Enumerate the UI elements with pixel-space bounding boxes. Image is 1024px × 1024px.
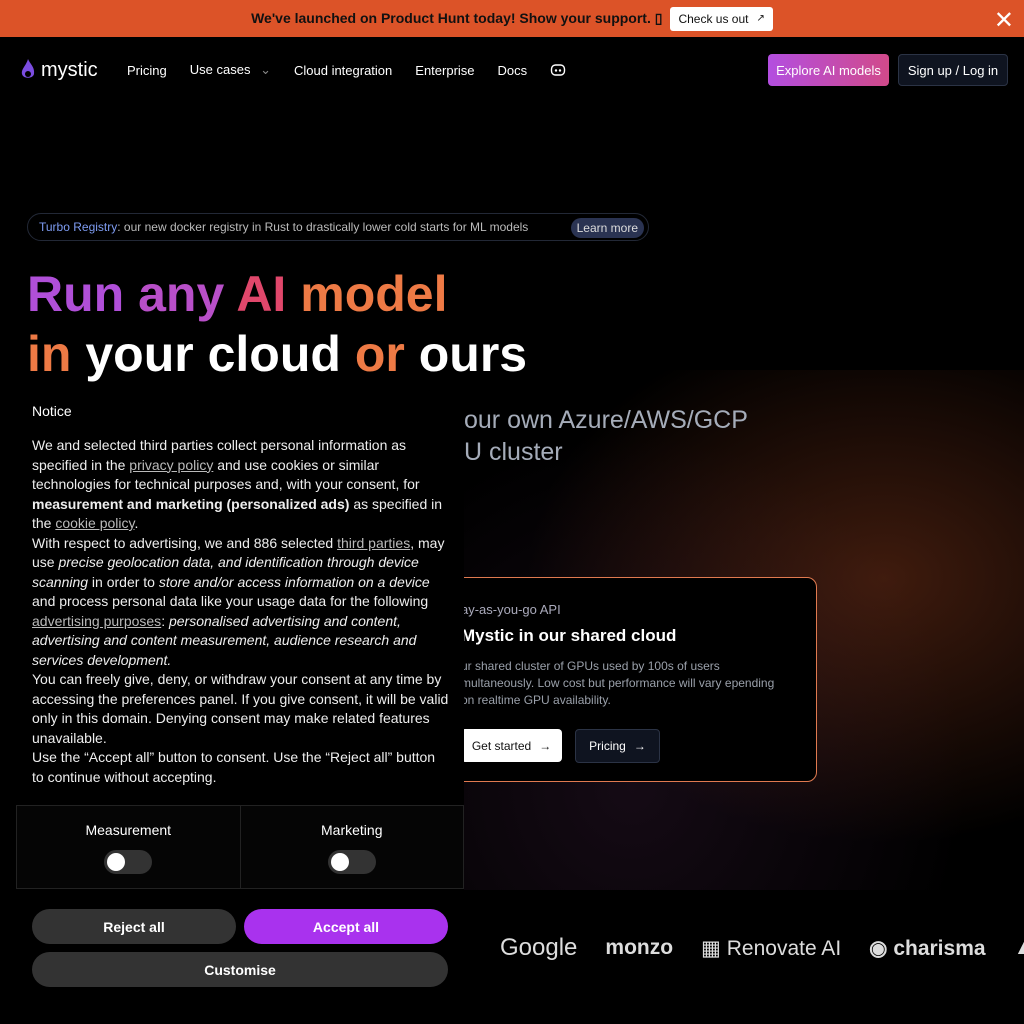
hero-word: Run — [27, 266, 125, 322]
third-parties-link[interactable]: third parties — [337, 535, 410, 551]
cta-label: Check us out — [678, 11, 749, 26]
external-link-icon: ↗ — [756, 13, 765, 24]
pref-label: Marketing — [321, 822, 383, 838]
hero-subtitle: our own Azure/AWS/GCP U cluster — [464, 404, 784, 468]
consent-preferences: Measurement Marketing — [16, 805, 464, 889]
subtitle-line: our own Azure/AWS/GCP — [464, 406, 748, 434]
nav-use-cases[interactable]: Use cases ⌄ — [190, 62, 271, 78]
chevron-down-icon: ⌄ — [260, 62, 271, 77]
measurement-toggle[interactable] — [104, 850, 153, 874]
learn-more-button[interactable]: Learn more — [570, 218, 644, 238]
text: Use the “Accept all” button to consent. … — [32, 749, 436, 785]
get-started-label: Get started — [471, 738, 532, 753]
nav-pricing[interactable]: Pricing — [127, 63, 167, 78]
hero-word: any — [138, 266, 225, 322]
card-description: ur shared cluster of GPUs used by 100s o… — [461, 659, 775, 707]
hero-word: AI — [236, 266, 287, 322]
text: You can freely give, deny, or withdraw y… — [32, 671, 449, 746]
reject-all-button[interactable]: Reject all — [32, 909, 236, 944]
renovate-label: Renovate AI — [726, 936, 842, 960]
text: With respect to advertising, we and 886 … — [32, 534, 338, 551]
mountain-icon: ▲ — [1013, 936, 1024, 959]
text: measurement and marketing (personalized … — [32, 495, 350, 512]
nav-cloud-integration[interactable]: Cloud integration — [294, 63, 392, 78]
logo[interactable]: mystic — [20, 58, 98, 82]
pricing-button[interactable]: Pricing → — [575, 729, 660, 763]
get-started-button[interactable]: Get started → — [461, 729, 562, 762]
navbar: mystic Pricing Use cases ⌄ Cloud integra… — [0, 54, 1024, 86]
text: in order to — [88, 573, 159, 590]
charisma-label: charisma — [893, 936, 986, 960]
cube-icon: ▦ — [701, 936, 721, 960]
explore-ai-models-button[interactable]: Explore AI models — [768, 54, 889, 86]
cookie-consent-dialog: Notice We and selected third parties col… — [0, 390, 464, 1024]
hero-title: Run any AI model in your cloud or ours — [27, 264, 527, 384]
hero-word: or — [354, 326, 405, 382]
discord-icon[interactable] — [550, 62, 566, 78]
pref-marketing: Marketing — [239, 806, 464, 888]
check-us-out-button[interactable]: Check us out ↗ — [670, 6, 773, 31]
arrow-right-icon: → — [633, 739, 646, 753]
privacy-policy-link[interactable]: privacy policy — [129, 457, 213, 473]
close-icon[interactable]: ✕ — [994, 6, 1014, 35]
pricing-label: Pricing — [589, 739, 626, 753]
renovate-ai-logo: ▦ Renovate AI — [701, 936, 841, 961]
flame-icon — [21, 59, 35, 78]
notice-body: We and selected third parties collect pe… — [32, 436, 450, 787]
banner-message: We've launched on Product Hunt today! Sh… — [251, 10, 663, 26]
advertising-purposes-link[interactable]: advertising purposes — [32, 613, 161, 629]
turbo-registry-announcement[interactable]: Turbo Registry: our new docker registry … — [27, 213, 649, 241]
sign-up-login-button[interactable]: Sign up / Log in — [898, 54, 1008, 86]
card-title: Mystic in our shared cloud — [461, 626, 677, 645]
announcement-text: : our new docker registry in Rust to dra… — [117, 220, 529, 234]
hy-logo: ▲ Hy — [1014, 936, 1024, 960]
nav-docs[interactable]: Docs — [498, 63, 528, 78]
charisma-logo: ◉ charisma — [869, 936, 985, 961]
text: store and/or access information on a dev… — [158, 573, 430, 590]
card-kicker: ay-as-you-go API — [461, 602, 561, 617]
nav-enterprise[interactable]: Enterprise — [415, 63, 474, 78]
alien-icon: ◉ — [869, 936, 888, 960]
text: : — [161, 612, 169, 629]
text: and process personal data like your usag… — [32, 593, 429, 609]
pref-measurement: Measurement — [17, 806, 240, 888]
hero-word: in — [27, 326, 72, 382]
hero-word: your cloud — [85, 326, 341, 382]
customise-button[interactable]: Customise — [32, 952, 448, 987]
google-logo: Google — [500, 934, 578, 961]
marketing-toggle[interactable] — [327, 850, 376, 874]
accept-all-button[interactable]: Accept all — [244, 909, 448, 944]
pref-label: Measurement — [85, 822, 172, 838]
use-cases-label: Use cases — [189, 62, 251, 77]
notice-title: Notice — [32, 403, 72, 419]
customer-logos: Google monzo ▦ Renovate AI ◉ charisma ▲ … — [500, 934, 1024, 962]
monzo-logo: monzo — [605, 936, 674, 959]
text: . — [134, 515, 139, 531]
hero-word: model — [300, 266, 448, 322]
cookie-policy-link[interactable]: cookie policy — [55, 515, 134, 531]
shared-cloud-card: ay-as-you-go API Mystic in our shared cl… — [440, 577, 817, 782]
announcement-banner: We've launched on Product Hunt today! Sh… — [0, 0, 1024, 37]
logo-text: mystic — [41, 58, 98, 81]
subtitle-line: U cluster — [464, 438, 563, 466]
announcement-highlight: Turbo Registry — [39, 220, 118, 234]
arrow-right-icon: → — [539, 738, 552, 753]
